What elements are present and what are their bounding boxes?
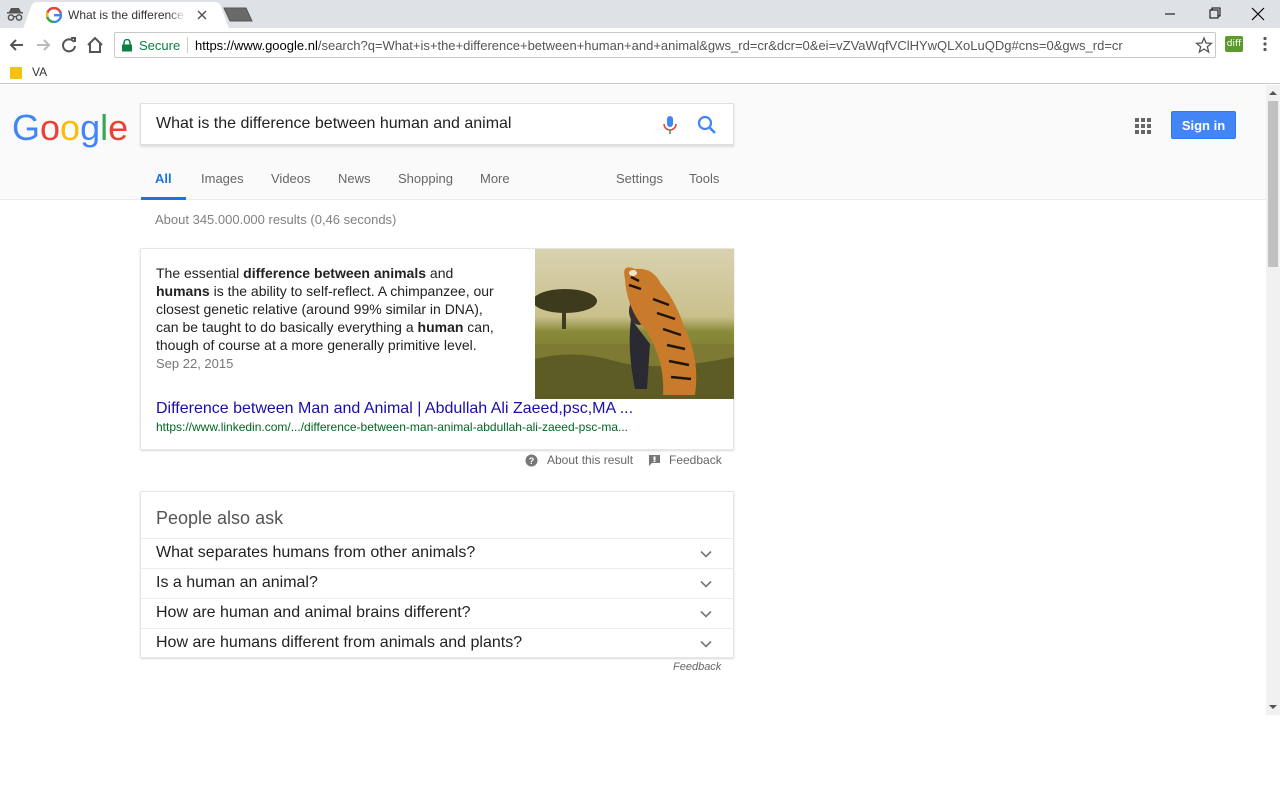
- paa-question[interactable]: Is a human an animal?: [141, 568, 733, 598]
- extension-diff-button[interactable]: diff: [1225, 36, 1243, 52]
- paa-question-text: How are humans different from animals an…: [156, 634, 523, 651]
- incognito-icon: [7, 8, 23, 21]
- snippet-cite-url[interactable]: https://www.linkedin.com/.../difference-…: [156, 420, 628, 434]
- search-box[interactable]: [140, 103, 734, 145]
- address-bar[interactable]: Secure https://www.google.nl/search?q=Wh…: [114, 32, 1216, 58]
- sign-in-button[interactable]: Sign in: [1171, 111, 1236, 139]
- tab-all[interactable]: All: [141, 171, 186, 200]
- browser-titlebar: What is the difference between human and…: [0, 0, 1280, 28]
- google-favicon: [46, 7, 62, 23]
- search-input[interactable]: [156, 115, 636, 133]
- lock-icon: [122, 39, 132, 52]
- browser-toolbar: Secure https://www.google.nl/search?q=Wh…: [0, 28, 1280, 62]
- snippet-text: The essential difference between animals…: [156, 264, 506, 373]
- tab-news[interactable]: News: [338, 171, 371, 200]
- scroll-thumb[interactable]: [1268, 101, 1278, 267]
- minimize-icon[interactable]: [1148, 0, 1192, 28]
- chevron-down-icon: [700, 550, 712, 558]
- paa-feedback-link[interactable]: Feedback: [673, 661, 721, 673]
- url-text[interactable]: https://www.google.nl/search?q=What+is+t…: [195, 38, 1145, 53]
- bookmarks-bar: VA: [0, 62, 1280, 84]
- google-logo[interactable]: Google: [12, 107, 132, 149]
- paa-question[interactable]: What separates humans from other animals…: [141, 538, 733, 568]
- search-page: Google Sign in All Imag: [0, 85, 1280, 800]
- paa-question[interactable]: How are human and animal brains differen…: [141, 598, 733, 628]
- chevron-down-icon: [700, 640, 712, 648]
- back-icon[interactable]: [6, 34, 28, 56]
- svg-text:?: ?: [529, 456, 535, 466]
- tab-tools[interactable]: Tools: [689, 171, 719, 200]
- search-header: Google Sign in All Imag: [0, 85, 1266, 200]
- result-stats: About 345.000.000 results (0,46 seconds): [155, 212, 397, 227]
- maximize-icon[interactable]: [1192, 0, 1236, 28]
- feedback-label: Feedback: [669, 453, 722, 467]
- close-icon[interactable]: [194, 7, 210, 23]
- tab-images[interactable]: Images: [201, 171, 244, 200]
- search-tabs: All Images Videos News Shopping More Set…: [0, 163, 1266, 200]
- tab-videos[interactable]: Videos: [271, 171, 311, 200]
- chevron-down-icon: [700, 610, 712, 618]
- browser-tab-active[interactable]: What is the difference between human and…: [34, 2, 218, 28]
- svg-text:Google: Google: [12, 107, 128, 148]
- help-icon: ?: [525, 454, 538, 467]
- snippet-bold: humans: [156, 283, 210, 299]
- star-icon[interactable]: [1195, 36, 1213, 54]
- reload-icon[interactable]: [58, 34, 80, 56]
- address-separator: [187, 37, 188, 53]
- apps-grid-icon[interactable]: [1134, 117, 1152, 135]
- microphone-icon[interactable]: [660, 114, 680, 136]
- snippet-date: Sep 22, 2015: [156, 356, 234, 371]
- window-close-icon[interactable]: [1236, 0, 1280, 28]
- about-label: About this result: [547, 453, 634, 467]
- snippet-image[interactable]: [535, 249, 734, 399]
- search-icon[interactable]: [696, 114, 718, 136]
- people-also-ask: People also ask What separates humans fr…: [140, 491, 734, 658]
- paa-question-text: How are human and animal brains differen…: [156, 604, 471, 621]
- paa-title: People also ask: [156, 508, 284, 528]
- snippet-part: and: [426, 265, 454, 281]
- snippet-part: The essential: [156, 265, 244, 281]
- menu-icon[interactable]: [1256, 35, 1274, 53]
- paa-question[interactable]: How are humans different from animals an…: [141, 628, 733, 658]
- snippet-bold: human: [417, 319, 464, 335]
- url-path: /search?q=What+is+the+difference+between…: [317, 38, 1123, 53]
- snippet-bold: difference between animals: [243, 265, 427, 281]
- featured-snippet: The essential difference between animals…: [140, 248, 734, 450]
- snippet-result-link[interactable]: Difference between Man and Animal | Abdu…: [156, 400, 633, 418]
- feedback-icon: [649, 455, 660, 466]
- scroll-up-icon[interactable]: [1269, 89, 1277, 97]
- folder-icon: [10, 67, 22, 79]
- paa-question-text: What separates humans from other animals…: [156, 544, 476, 561]
- chevron-down-icon: [700, 580, 712, 588]
- tab-more[interactable]: More: [480, 171, 510, 200]
- scroll-down-icon[interactable]: [1269, 703, 1277, 711]
- forward-icon[interactable]: [32, 34, 54, 56]
- tab-settings[interactable]: Settings: [616, 171, 663, 200]
- new-tab-button[interactable]: [222, 7, 254, 22]
- url-host: https://www.google.nl: [195, 38, 318, 53]
- secure-label: Secure: [139, 38, 181, 53]
- paa-question-text: Is a human an animal?: [156, 574, 318, 591]
- page-scrollbar[interactable]: [1266, 85, 1280, 715]
- tab-title: What is the difference between human and…: [68, 8, 186, 22]
- bookmark-label: VA: [32, 65, 48, 79]
- tab-shopping[interactable]: Shopping: [398, 171, 453, 200]
- home-icon[interactable]: [84, 34, 106, 56]
